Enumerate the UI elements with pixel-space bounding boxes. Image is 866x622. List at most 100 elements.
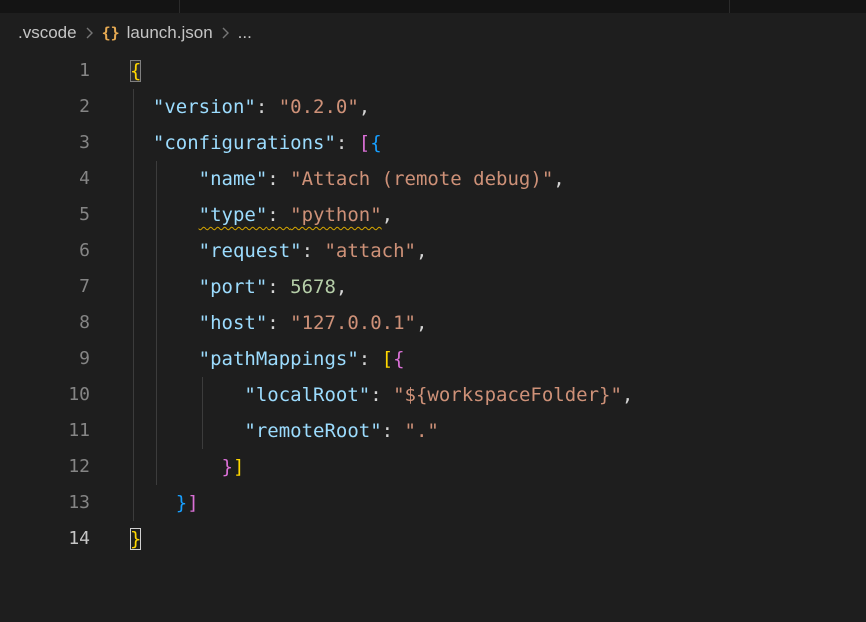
breadcrumb-folder[interactable]: .vscode [18, 23, 77, 43]
code-token: : [359, 348, 382, 370]
code-token: , [382, 204, 393, 226]
code-token: [ [359, 132, 370, 154]
code-content: "pathMappings": [{ [130, 341, 405, 377]
code-line[interactable]: 10 "localRoot": "${workspaceFolder}", [0, 377, 866, 413]
code-content: "localRoot": "${workspaceFolder}", [130, 377, 633, 413]
code-content: }] [130, 485, 199, 521]
code-token: } [222, 456, 233, 478]
code-token: : [256, 96, 279, 118]
code-token: { [370, 132, 381, 154]
code-token: "configurations" [153, 132, 336, 154]
line-number[interactable]: 1 [0, 53, 90, 89]
json-file-icon: {} [102, 24, 120, 42]
line-number[interactable]: 7 [0, 269, 90, 305]
code-token: "attach" [324, 240, 416, 262]
chevron-right-icon [220, 26, 231, 40]
code-content: } [130, 521, 141, 557]
line-number[interactable]: 11 [0, 413, 90, 449]
code-content: }] [130, 449, 244, 485]
line-number[interactable]: 10 [0, 377, 90, 413]
code-token: , [622, 384, 633, 406]
code-line[interactable]: 6 "request": "attach", [0, 233, 866, 269]
code-line[interactable]: 8 "host": "127.0.0.1", [0, 305, 866, 341]
code-line[interactable]: 1{ [0, 53, 866, 89]
code-token: "python" [290, 204, 382, 226]
code-content: { [130, 53, 141, 89]
code-token: "host" [199, 312, 268, 334]
tab-separator [179, 0, 180, 13]
line-number[interactable]: 14 [0, 521, 90, 557]
code-token: , [553, 168, 564, 190]
code-token: { [393, 348, 404, 370]
code-content: "remoteRoot": "." [130, 413, 439, 449]
code-token: "Attach (remote debug)" [290, 168, 553, 190]
code-token: { [130, 60, 141, 82]
code-token: "request" [199, 240, 302, 262]
code-token: "name" [199, 168, 268, 190]
code-content: "version": "0.2.0", [130, 89, 370, 125]
code-token: "0.2.0" [279, 96, 359, 118]
indent-guide [133, 89, 134, 521]
code-token: : [267, 276, 290, 298]
code-token: : [267, 204, 290, 226]
code-content: "host": "127.0.0.1", [130, 305, 427, 341]
code-token: : [267, 312, 290, 334]
code-content: "configurations": [{ [130, 125, 382, 161]
code-token: "type" [199, 204, 268, 226]
line-number[interactable]: 12 [0, 449, 90, 485]
code-token: } [176, 492, 187, 514]
code-token: [ [382, 348, 393, 370]
code-token: ] [187, 492, 198, 514]
tab-separator [729, 0, 730, 13]
code-editor[interactable]: 1{2"version": "0.2.0",3"configurations":… [0, 53, 866, 557]
code-token: "version" [153, 96, 256, 118]
code-line[interactable]: 13}] [0, 485, 866, 521]
code-line[interactable]: 2 "version": "0.2.0", [0, 89, 866, 125]
code-token: , [416, 312, 427, 334]
indent-guide [156, 161, 157, 485]
code-token: : [336, 132, 359, 154]
code-token: 5678 [290, 276, 336, 298]
code-token: : [302, 240, 325, 262]
code-line[interactable]: 9 "pathMappings": [{ [0, 341, 866, 377]
code-line[interactable]: 14} [0, 521, 866, 557]
line-number[interactable]: 5 [0, 197, 90, 233]
code-line[interactable]: 12}] [0, 449, 866, 485]
code-line[interactable]: 3 "configurations": [{ [0, 125, 866, 161]
line-number[interactable]: 2 [0, 89, 90, 125]
line-number[interactable]: 13 [0, 485, 90, 521]
code-line[interactable]: 5 "type": "python", [0, 197, 866, 233]
breadcrumb-more[interactable]: ... [238, 23, 252, 43]
code-token: } [130, 528, 141, 550]
code-token: , [359, 96, 370, 118]
code-content: "name": "Attach (remote debug)", [130, 161, 565, 197]
code-line[interactable]: 11 "remoteRoot": "." [0, 413, 866, 449]
code-token: "pathMappings" [199, 348, 359, 370]
chevron-right-icon [84, 26, 95, 40]
code-token: "remoteRoot" [244, 420, 381, 442]
line-number[interactable]: 3 [0, 125, 90, 161]
code-token: : [370, 384, 393, 406]
line-number[interactable]: 4 [0, 161, 90, 197]
code-token: "port" [199, 276, 268, 298]
code-token: , [416, 240, 427, 262]
code-line[interactable]: 4 "name": "Attach (remote debug)", [0, 161, 866, 197]
code-content: "request": "attach", [130, 233, 427, 269]
line-number[interactable]: 6 [0, 233, 90, 269]
indent-guide [202, 377, 203, 449]
code-token: "localRoot" [244, 384, 370, 406]
line-number[interactable]: 9 [0, 341, 90, 377]
breadcrumb-file[interactable]: launch.json [127, 23, 213, 43]
code-line[interactable]: 7 "port": 5678, [0, 269, 866, 305]
code-content: "type": "python", [130, 197, 393, 233]
line-number[interactable]: 8 [0, 305, 90, 341]
code-lines: 1{2"version": "0.2.0",3"configurations":… [0, 53, 866, 557]
code-token: "127.0.0.1" [290, 312, 416, 334]
code-content: "port": 5678, [130, 269, 347, 305]
breadcrumb: .vscode {} launch.json ... [0, 13, 866, 53]
code-token: , [336, 276, 347, 298]
tab-strip[interactable] [0, 0, 866, 13]
code-token: "." [405, 420, 439, 442]
code-token: ] [233, 456, 244, 478]
code-token: : [382, 420, 405, 442]
